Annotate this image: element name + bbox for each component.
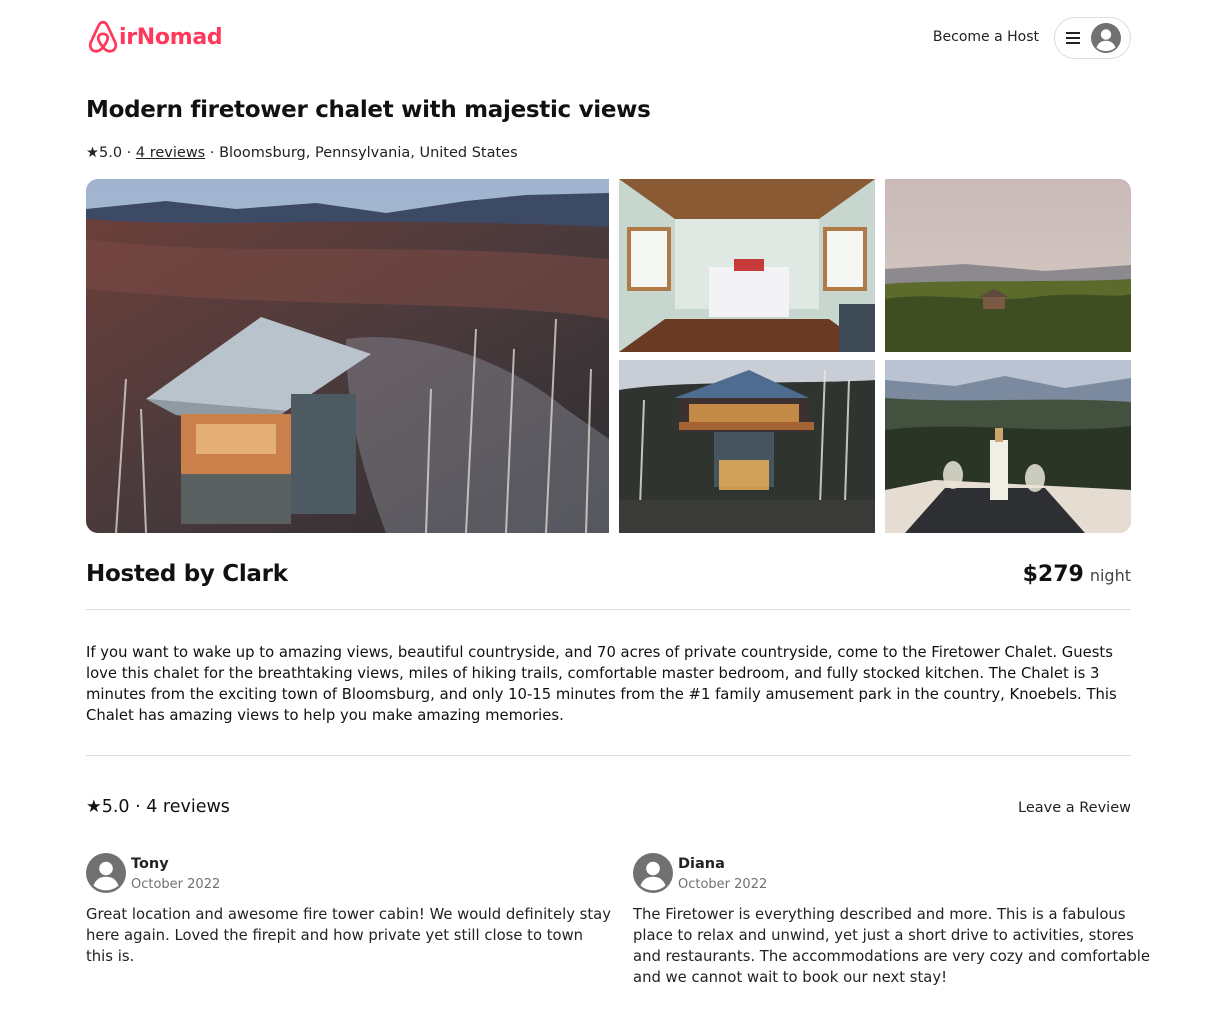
top-navbar: irNomad Become a Host (86, 17, 1131, 59)
reviews-link[interactable]: 4 reviews (136, 145, 205, 161)
logo[interactable]: irNomad (86, 19, 223, 55)
divider (86, 755, 1131, 756)
reviewer-name: Diana (678, 856, 725, 872)
review-text: Great location and awesome fire tower ca… (86, 906, 611, 965)
reviewer-avatar-icon (86, 853, 126, 893)
reviewer-name: Tony (131, 856, 169, 872)
review-date: October 2022 (678, 877, 768, 892)
listing-title: Modern firetower chalet with majestic vi… (86, 97, 651, 123)
price-unit: night (1089, 566, 1131, 585)
listing-subinfo: ★5.0 · 4 reviews · Bloomsburg, Pennsylva… (86, 145, 518, 161)
review-date: October 2022 (131, 877, 221, 892)
user-avatar-icon (1091, 23, 1121, 53)
photo-tower-in-forest[interactable] (885, 179, 1131, 352)
reviewer-avatar-icon (633, 853, 673, 893)
separator: · (126, 145, 132, 161)
review-text: The Firetower is everything described an… (633, 906, 1150, 986)
rating-value: ★5.0 (86, 145, 123, 161)
photo-wine-on-deck[interactable] (885, 360, 1131, 533)
photo-tower-lit-evening[interactable] (619, 360, 875, 533)
become-host-link[interactable]: Become a Host (933, 29, 1039, 45)
leave-review-button[interactable]: Leave a Review (1018, 800, 1131, 816)
photo-aerial-firetower[interactable] (86, 179, 609, 533)
logo-icon (88, 20, 118, 53)
listing-description: If you want to wake up to amazing views,… (86, 644, 1117, 724)
photo-bedroom[interactable] (619, 179, 875, 352)
separator: · (209, 145, 215, 161)
hosted-by-heading: Hosted by Clark (86, 561, 288, 587)
price-amount: $279 (1022, 562, 1084, 587)
photo-gallery (86, 179, 1131, 533)
profile-menu-button[interactable] (1054, 17, 1131, 59)
listing-location: Bloomsburg, Pennsylvania, United States (219, 145, 518, 161)
divider (86, 609, 1131, 610)
menu-icon (1066, 32, 1080, 44)
logo-text: irNomad (119, 24, 223, 50)
price-per-night: $279 night (1023, 562, 1131, 587)
reviews-summary: ★5.0 · 4 reviews (86, 797, 230, 817)
